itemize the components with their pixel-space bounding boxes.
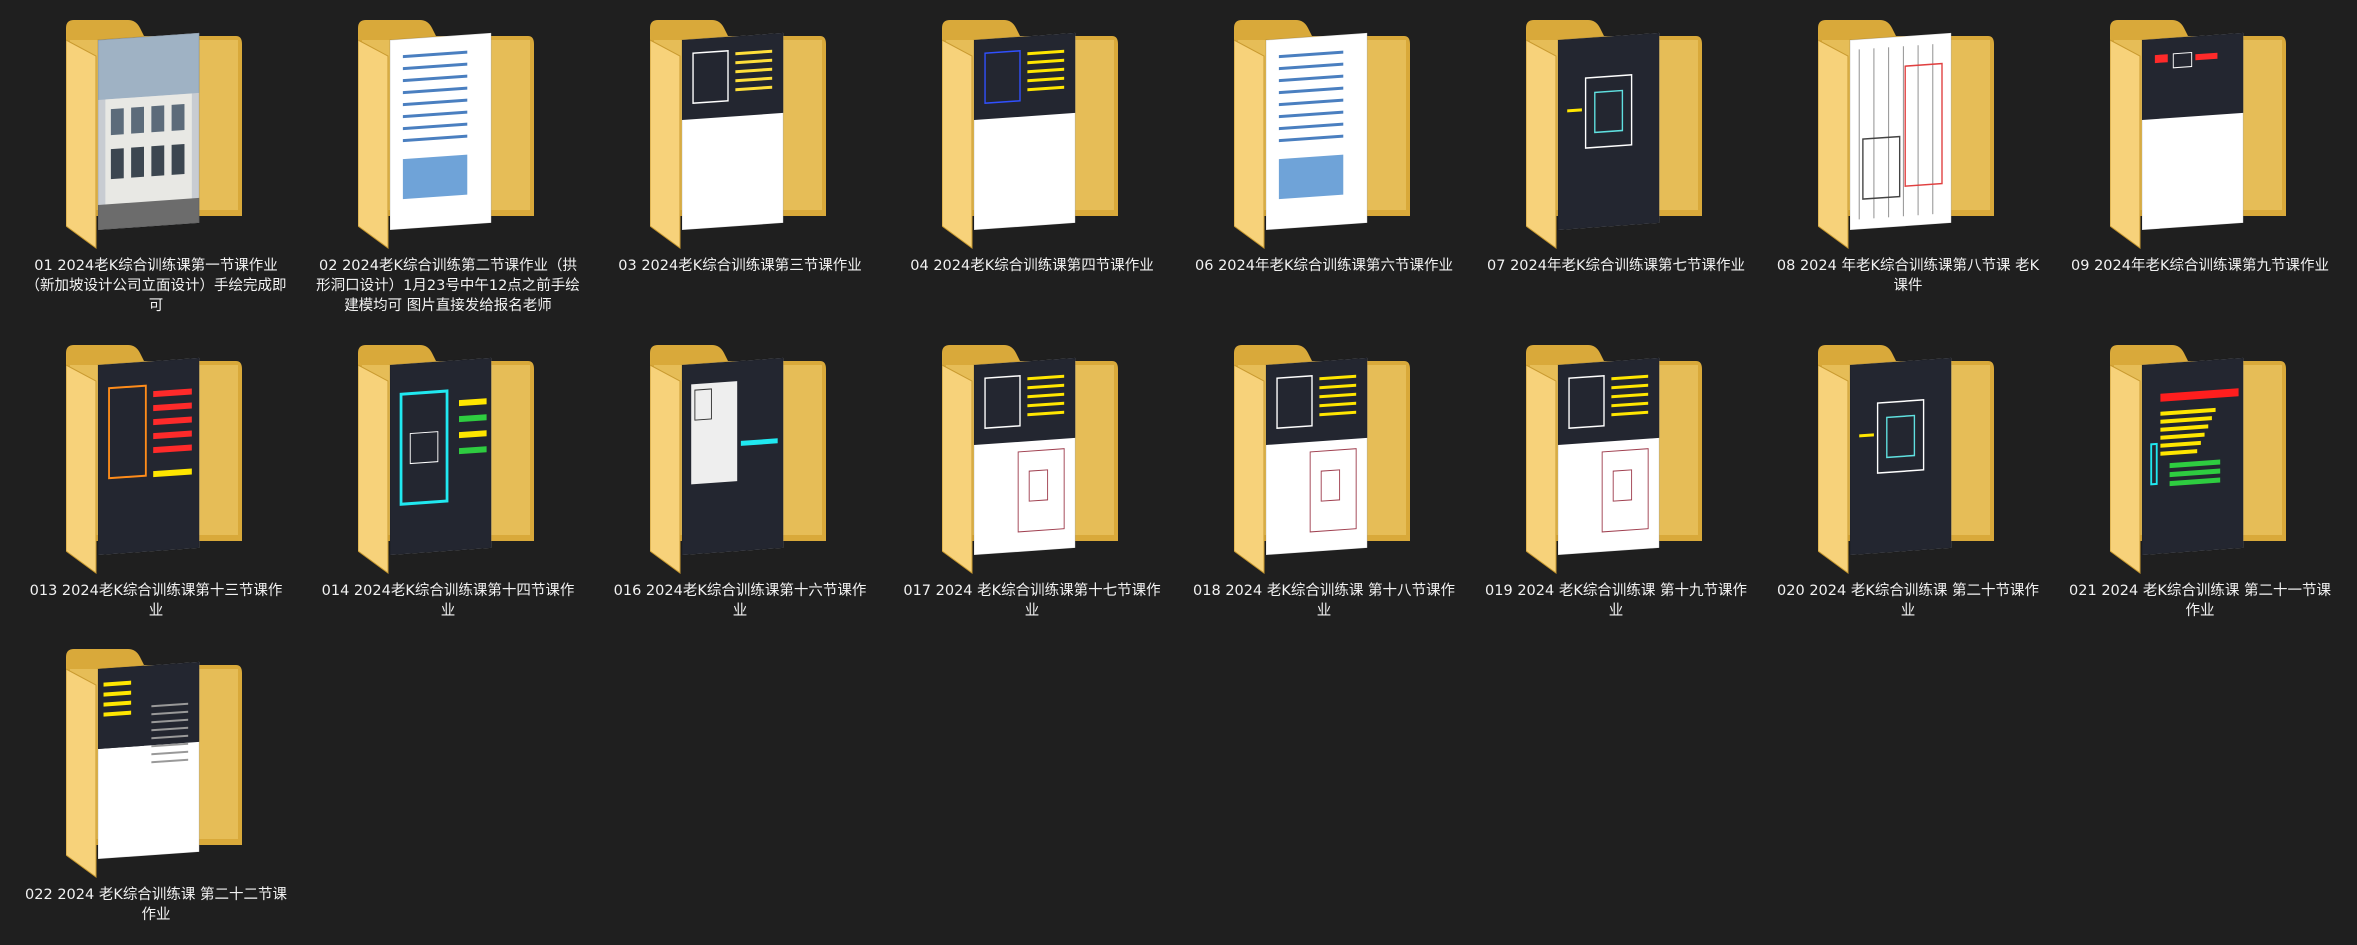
folder-item[interactable]: 014 2024老K综合训练课第十四节课作业 — [302, 325, 592, 625]
folder-label: 019 2024 老K综合训练课 第十九节课作业 — [1485, 583, 1747, 619]
folder-label: 013 2024老K综合训练课第十三节课作业 — [29, 583, 283, 619]
folder-icon — [1818, 20, 1994, 249]
folder-label: 02 2024老K综合训练第二节课作业（拱形洞口设计）1月23号中午12点之前手… — [316, 258, 580, 314]
folder-icon — [942, 345, 1118, 574]
folder-icon — [1526, 345, 1702, 574]
folder-label: 014 2024老K综合训练课第十四节课作业 — [321, 583, 575, 619]
folder-label: 07 2024年老K综合训练课第七节课作业 — [1487, 258, 1745, 274]
folder-item[interactable]: 03 2024老K综合训练课第三节课作业 — [594, 0, 884, 300]
folder-item[interactable]: 09 2024年老K综合训练课第九节课作业 — [2054, 0, 2344, 300]
folder-label: 08 2024 年老K综合训练课第八节课 老K课件 — [1776, 258, 2040, 294]
folder-icon — [1526, 20, 1702, 249]
folder-icon — [942, 20, 1118, 249]
folder-item[interactable]: 08 2024 年老K综合训练课第八节课 老K课件 — [1762, 0, 2052, 300]
folder-label: 021 2024 老K综合训练课 第二十一节课作业 — [2069, 583, 2331, 619]
folder-icon — [358, 20, 534, 249]
folder-item[interactable]: 017 2024 老K综合训练课第十七节课作业 — [886, 325, 1176, 625]
folder-icon — [66, 649, 242, 878]
folder-icon — [358, 345, 534, 574]
folder-label: 01 2024老K综合训练课第一节课作业（新加坡设计公司立面设计）手绘完成即可 — [25, 258, 287, 314]
folder-item[interactable]: 021 2024 老K综合训练课 第二十一节课作业 — [2054, 325, 2344, 625]
folder-item[interactable]: 022 2024 老K综合训练课 第二十二节课作业 — [10, 629, 300, 929]
folder-label: 06 2024年老K综合训练课第六节课作业 — [1195, 258, 1453, 274]
folder-item[interactable]: 016 2024老K综合训练课第十六节课作业 — [594, 325, 884, 625]
folder-label: 03 2024老K综合训练课第三节课作业 — [618, 258, 862, 274]
folder-icon — [66, 345, 242, 574]
folder-icon — [1234, 20, 1410, 249]
folder-item[interactable]: 020 2024 老K综合训练课 第二十节课作业 — [1762, 325, 2052, 625]
folder-label: 022 2024 老K综合训练课 第二十二节课作业 — [25, 887, 287, 923]
folder-item[interactable]: 01 2024老K综合训练课第一节课作业（新加坡设计公司立面设计）手绘完成即可 — [10, 0, 300, 314]
folder-item[interactable]: 06 2024年老K综合训练课第六节课作业 — [1178, 0, 1468, 300]
folder-item[interactable]: 07 2024年老K综合训练课第七节课作业 — [1470, 0, 1760, 300]
folder-icon — [650, 345, 826, 574]
folder-label: 020 2024 老K综合训练课 第二十节课作业 — [1777, 583, 2039, 619]
folder-item[interactable]: 02 2024老K综合训练第二节课作业（拱形洞口设计）1月23号中午12点之前手… — [302, 0, 592, 314]
folder-label: 016 2024老K综合训练课第十六节课作业 — [613, 583, 867, 619]
folder-icon — [650, 20, 826, 249]
folder-item[interactable]: 04 2024老K综合训练课第四节课作业 — [886, 0, 1176, 300]
folder-label: 018 2024 老K综合训练课 第十八节课作业 — [1193, 583, 1455, 619]
folder-item[interactable]: 019 2024 老K综合训练课 第十九节课作业 — [1470, 325, 1760, 625]
folder-icon — [2110, 20, 2286, 249]
file-grid: 01 2024老K综合训练课第一节课作业（新加坡设计公司立面设计）手绘完成即可 0… — [0, 0, 2357, 945]
folder-label: 09 2024年老K综合训练课第九节课作业 — [2071, 258, 2329, 274]
folder-icon — [1234, 345, 1410, 574]
folder-label: 04 2024老K综合训练课第四节课作业 — [910, 258, 1154, 274]
folder-icon — [1818, 345, 1994, 574]
folder-item[interactable]: 018 2024 老K综合训练课 第十八节课作业 — [1178, 325, 1468, 625]
folder-label: 017 2024 老K综合训练课第十七节课作业 — [903, 583, 1161, 619]
folder-icon — [66, 20, 242, 249]
folder-icon — [2110, 345, 2286, 574]
folder-item[interactable]: 013 2024老K综合训练课第十三节课作业 — [10, 325, 300, 625]
